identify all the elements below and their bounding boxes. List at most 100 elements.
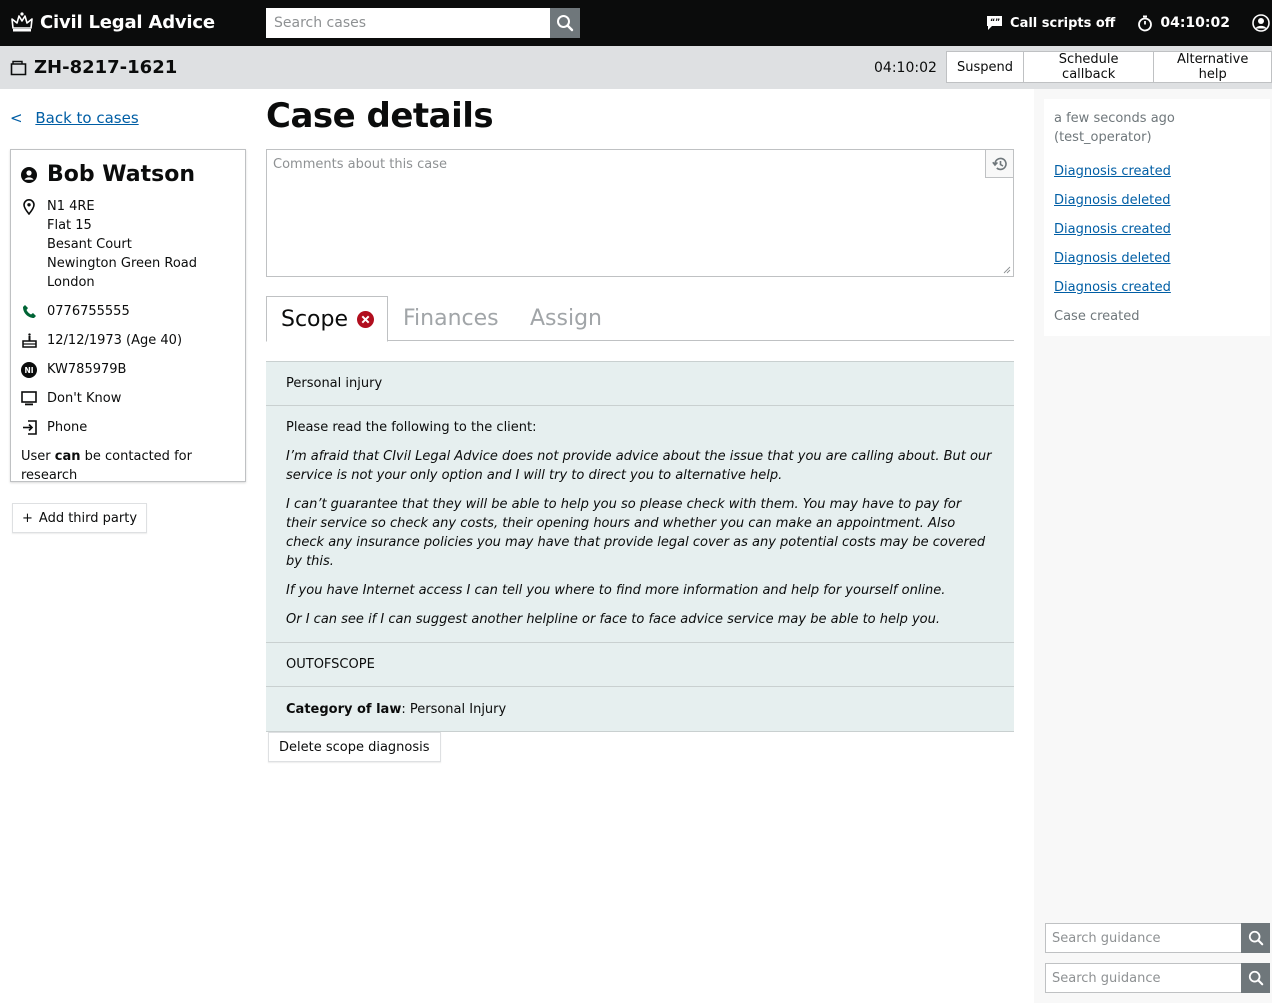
case-timer: 04:10:02	[874, 60, 937, 76]
ni-badge-icon: NI	[21, 361, 37, 378]
chevron-left-icon: <	[10, 109, 23, 127]
monitor-icon	[21, 391, 37, 406]
research-consent: User can be contacted for research	[21, 447, 235, 485]
top-header: Civil Legal Advice “ ” Call scripts off	[0, 0, 1272, 46]
log-item-case-created: Case created	[1054, 309, 1140, 324]
person-media: Don't Know	[21, 389, 235, 408]
person-ni-number: NI KW785979B	[21, 360, 235, 379]
category-of-law-label: Category of law	[286, 701, 402, 717]
tab-finances[interactable]: Finances	[403, 296, 499, 341]
phone-number: 0776755555	[47, 304, 130, 319]
log-item-link[interactable]: Diagnosis created	[1054, 164, 1171, 179]
guidance-search-input[interactable]	[1045, 963, 1241, 993]
call-scripts-toggle[interactable]: “ ” Call scripts off	[986, 15, 1115, 31]
search-cases-input[interactable]	[266, 8, 551, 38]
right-sidebar: a few seconds ago (test_operator) Diagno…	[1034, 89, 1272, 1003]
search-icon	[557, 15, 574, 32]
tab-scope[interactable]: Scope	[266, 296, 388, 342]
person-name-text: Bob Watson	[47, 162, 196, 187]
guidance-search-input[interactable]	[1045, 923, 1241, 953]
address-line: Besant Court	[47, 237, 132, 252]
scope-intro: Please read the following to the client:	[286, 420, 537, 435]
search-cases-button[interactable]	[550, 8, 580, 38]
back-to-cases: < Back to cases	[10, 109, 139, 127]
alternative-help-button[interactable]: Alternative help	[1154, 52, 1271, 82]
add-third-party-button[interactable]: + Add third party	[12, 503, 148, 533]
case-reference-text: ZH-8217-1621	[34, 57, 178, 78]
history-icon	[991, 157, 1007, 170]
contact-method-value: Phone	[47, 420, 88, 435]
speech-quote-icon: “ ”	[987, 16, 1003, 30]
tab-assign[interactable]: Assign	[530, 296, 602, 341]
guidance-search-button[interactable]	[1241, 923, 1270, 953]
log-item: Diagnosis created	[1054, 162, 1260, 181]
log-item: Diagnosis deleted	[1054, 249, 1260, 268]
address-line: N1 4RE	[47, 199, 95, 214]
map-pin-icon	[23, 198, 35, 215]
address-line: Newington Green Road	[47, 256, 198, 271]
delete-scope-diagnosis-button[interactable]: Delete scope diagnosis	[268, 732, 441, 762]
person-dob: 12/12/1973 (Age 40)	[21, 331, 235, 350]
case-actions: Suspend Schedule callback Alternative he…	[946, 51, 1272, 83]
case-reference: ZH-8217-1621	[10, 57, 177, 78]
log-item-link[interactable]: Diagnosis deleted	[1054, 251, 1171, 266]
log-item: Diagnosis deleted	[1054, 191, 1260, 210]
svg-text:”: ”	[995, 18, 1000, 27]
back-to-cases-link[interactable]: Back to cases	[35, 109, 138, 127]
scope-paragraph: I’m afraid that CIvil Legal Advice does …	[286, 449, 992, 483]
person-card: Bob Watson N1 4RE Flat 15 Besant Court N…	[10, 149, 246, 485]
search-icon	[1248, 930, 1263, 946]
log-item-link[interactable]: Diagnosis created	[1054, 222, 1171, 237]
error-x-icon	[357, 310, 375, 328]
media-value: Don't Know	[47, 391, 122, 406]
schedule-callback-button[interactable]: Schedule callback	[1024, 52, 1155, 82]
guidance-search-2	[1045, 963, 1270, 993]
folder-icon	[10, 60, 27, 75]
scope-outcome: OUTOFSCOPE	[266, 643, 1014, 687]
address-line: London	[47, 275, 95, 290]
research-can: can	[54, 449, 81, 464]
scope-diagnosis-panel: Personal injury Please read the followin…	[266, 361, 1014, 732]
header-timer: 04:10:02	[1137, 15, 1230, 32]
scope-category: Personal injury	[266, 362, 1014, 406]
user-circle-icon	[1252, 14, 1270, 32]
user-icon	[21, 166, 37, 183]
app-title: Civil Legal Advice	[40, 11, 215, 33]
person-contact-method: Phone	[21, 418, 235, 437]
call-scripts-label: Call scripts off	[1010, 15, 1116, 31]
case-tabs: Scope Finances Assign	[266, 296, 1014, 342]
category-of-law-value: : Personal Injury	[401, 701, 507, 717]
log-item-link[interactable]: Diagnosis deleted	[1054, 193, 1171, 208]
scope-paragraph: I can’t guarantee that they will be able…	[286, 497, 986, 569]
page-title: Case details	[266, 96, 494, 136]
scope-category-of-law: Category of law: Personal Injury	[266, 687, 1014, 731]
user-account-button[interactable]	[1252, 14, 1270, 32]
person-address: N1 4RE Flat 15 Besant Court Newington Gr…	[21, 197, 235, 292]
activity-log: a few seconds ago (test_operator) Diagno…	[1044, 99, 1270, 336]
person-name[interactable]: Bob Watson	[21, 162, 235, 187]
header-timer-value: 04:10:02	[1160, 15, 1230, 31]
scope-script: Please read the following to the client:…	[266, 406, 1014, 643]
person-phone: 0776755555	[21, 302, 235, 321]
guidance-search-button[interactable]	[1241, 963, 1270, 993]
case-search	[266, 8, 580, 38]
comments-history-button[interactable]	[985, 150, 1013, 178]
phone-icon	[22, 305, 36, 318]
suspend-button[interactable]: Suspend	[947, 52, 1025, 82]
log-time: a few seconds ago	[1054, 111, 1175, 126]
log-user: (test_operator)	[1054, 130, 1152, 145]
research-prefix: User	[21, 449, 51, 464]
brand[interactable]: Civil Legal Advice	[10, 11, 215, 33]
birthday-cake-icon	[21, 333, 37, 348]
tab-scope-label: Scope	[281, 306, 349, 332]
ni-number: KW785979B	[47, 362, 127, 377]
comments-textarea[interactable]	[267, 150, 1013, 276]
address-line: Flat 15	[47, 218, 92, 233]
log-item-link[interactable]: Diagnosis created	[1054, 280, 1171, 295]
case-bar: ZH-8217-1621 04:10:02 Suspend Schedule c…	[0, 46, 1272, 89]
guidance-search-1	[1045, 923, 1270, 953]
stopwatch-icon	[1138, 15, 1153, 31]
resize-grip-icon[interactable]	[1003, 266, 1011, 274]
log-timestamp: a few seconds ago (test_operator)	[1054, 109, 1260, 147]
log-item: Diagnosis created	[1054, 220, 1260, 239]
